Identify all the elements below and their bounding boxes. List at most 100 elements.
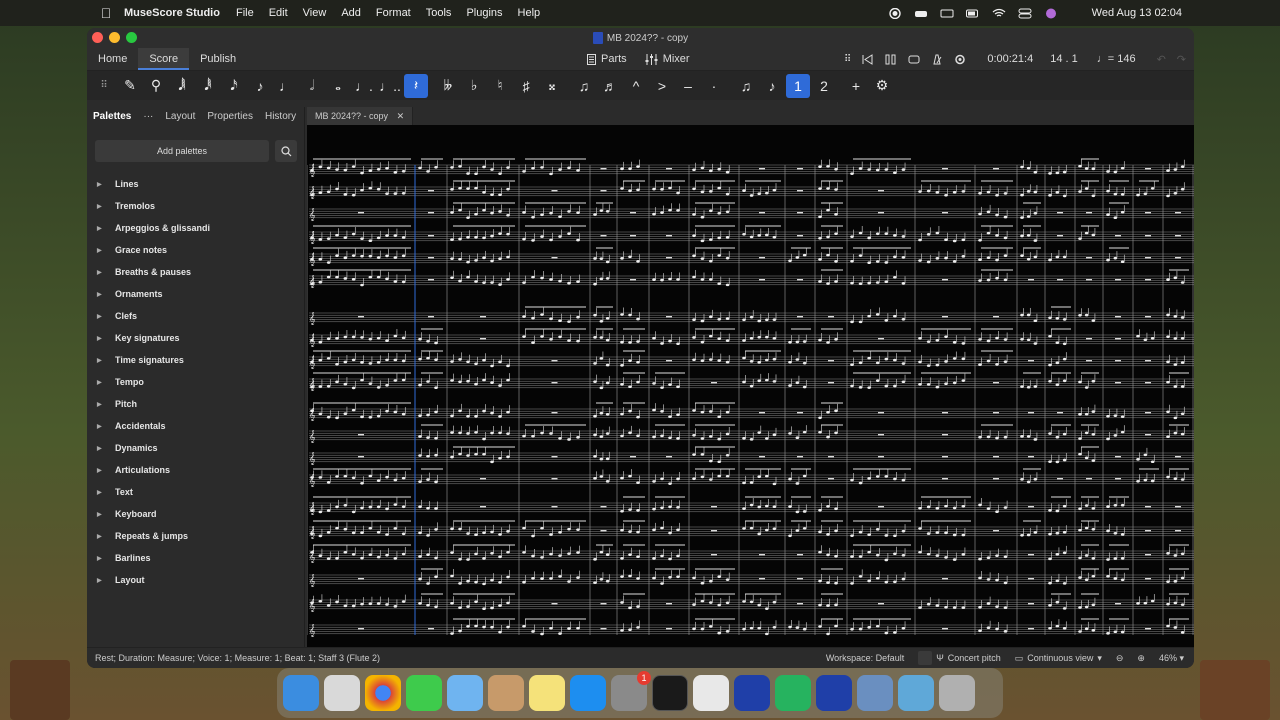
note-head[interactable]	[893, 534, 897, 538]
note-head[interactable]	[326, 531, 331, 534]
note-head[interactable]	[1055, 255, 1060, 259]
note-head[interactable]	[1062, 627, 1067, 630]
note-head[interactable]	[593, 362, 597, 365]
note-head[interactable]	[490, 381, 494, 385]
note-head[interactable]	[788, 384, 792, 387]
tab-home[interactable]: Home	[87, 48, 138, 70]
note-head[interactable]	[605, 260, 610, 264]
note-head[interactable]	[599, 578, 604, 581]
note-head[interactable]	[593, 558, 597, 561]
note-head[interactable]	[850, 320, 854, 324]
note-head[interactable]	[549, 317, 553, 321]
rest-mark[interactable]	[942, 316, 948, 318]
note-head[interactable]	[1106, 414, 1110, 418]
note-head[interactable]	[599, 411, 604, 415]
note-head[interactable]	[709, 410, 713, 413]
note-head[interactable]	[343, 277, 348, 280]
note-head[interactable]	[401, 191, 406, 195]
rest-mark[interactable]	[358, 578, 364, 580]
note-head[interactable]	[558, 279, 562, 283]
rest-mark[interactable]	[942, 456, 948, 458]
note-head[interactable]	[1166, 335, 1170, 339]
flat-icon[interactable]: ♭	[462, 74, 486, 98]
duration-16th-icon[interactable]: 𝅘𝅥𝅯	[222, 74, 246, 98]
note-head[interactable]	[576, 169, 580, 172]
note-head[interactable]	[385, 409, 389, 413]
add-icon[interactable]: +	[844, 74, 868, 98]
note-head[interactable]	[826, 208, 830, 212]
note-head[interactable]	[335, 416, 339, 420]
note-head[interactable]	[482, 256, 486, 260]
note-head[interactable]	[599, 209, 604, 212]
note-head[interactable]	[531, 434, 535, 438]
tie-icon[interactable]: ♫	[572, 74, 596, 98]
note-head[interactable]	[926, 532, 931, 535]
note-head[interactable]	[826, 435, 830, 439]
note-head[interactable]	[926, 602, 931, 606]
note-head[interactable]	[450, 632, 454, 635]
musescore-icon[interactable]	[734, 675, 770, 711]
note-head[interactable]	[1091, 167, 1096, 171]
note-head[interactable]	[978, 576, 982, 580]
note-head[interactable]	[1020, 313, 1024, 317]
note-head[interactable]	[458, 358, 462, 361]
note-head[interactable]	[506, 550, 510, 554]
rest-mark[interactable]	[551, 382, 558, 384]
score-notation[interactable]: 𝄞𝄞𝄞𝄞𝄞𝄞𝄞𝄞𝄞𝄞𝄞𝄞𝄞𝄞𝄞𝄞𝄞𝄞𝄞𝄞	[307, 125, 1194, 647]
rest-mark[interactable]	[942, 628, 948, 630]
note-head[interactable]	[318, 476, 323, 479]
note-head[interactable]	[926, 364, 931, 367]
note-head[interactable]	[558, 215, 562, 218]
note-head[interactable]	[1078, 576, 1082, 579]
note-head[interactable]	[1173, 385, 1178, 388]
note-head[interactable]	[757, 475, 761, 479]
menu-clock[interactable]: Wed Aug 13 02:04	[1092, 7, 1182, 19]
rest-mark[interactable]	[759, 412, 765, 414]
note-head[interactable]	[1048, 379, 1052, 383]
note-head[interactable]	[795, 436, 800, 440]
note-head[interactable]	[522, 170, 526, 173]
note-head[interactable]	[935, 604, 940, 607]
note-head[interactable]	[1173, 431, 1178, 435]
note-head[interactable]	[343, 256, 348, 260]
note-head[interactable]	[360, 378, 364, 382]
note-head[interactable]	[1120, 533, 1125, 536]
note-head[interactable]	[986, 256, 991, 260]
note-head[interactable]	[826, 632, 830, 636]
rest-mark[interactable]	[828, 456, 834, 458]
note-head[interactable]	[765, 358, 769, 362]
maps-icon[interactable]	[447, 675, 483, 711]
note-head[interactable]	[1055, 531, 1060, 535]
note-head[interactable]	[567, 281, 571, 285]
note-head[interactable]	[818, 579, 822, 583]
note-head[interactable]	[742, 356, 746, 360]
rest-mark[interactable]	[1145, 434, 1151, 436]
note-head[interactable]	[628, 189, 632, 193]
note-head[interactable]	[466, 172, 470, 175]
concert-pitch-toggle[interactable]: Ψ Concert pitch	[918, 651, 1001, 665]
note-head[interactable]	[709, 259, 713, 263]
note-head[interactable]	[335, 362, 339, 366]
rest-mark[interactable]	[878, 338, 884, 340]
note-head[interactable]	[652, 480, 656, 483]
note-head[interactable]	[944, 504, 948, 508]
palette-accidentals[interactable]: ▶ Accidentals	[97, 415, 297, 437]
note-head[interactable]	[1055, 316, 1060, 320]
note-head[interactable]	[709, 358, 713, 361]
rest-mark[interactable]	[878, 412, 884, 414]
note-head[interactable]	[593, 455, 597, 458]
note-head[interactable]	[952, 260, 957, 263]
note-head[interactable]	[376, 530, 381, 534]
note-head[interactable]	[978, 239, 982, 242]
staff[interactable]	[309, 574, 1194, 585]
note-head[interactable]	[393, 605, 398, 608]
note-head[interactable]	[466, 260, 470, 264]
note-head[interactable]	[893, 358, 897, 362]
note-head[interactable]	[788, 505, 792, 508]
note-head[interactable]	[1166, 580, 1170, 583]
note-head[interactable]	[867, 477, 871, 480]
note-head[interactable]	[802, 361, 807, 365]
note-head[interactable]	[961, 238, 966, 242]
rest-mark[interactable]	[828, 360, 834, 362]
note-head[interactable]	[466, 187, 470, 190]
